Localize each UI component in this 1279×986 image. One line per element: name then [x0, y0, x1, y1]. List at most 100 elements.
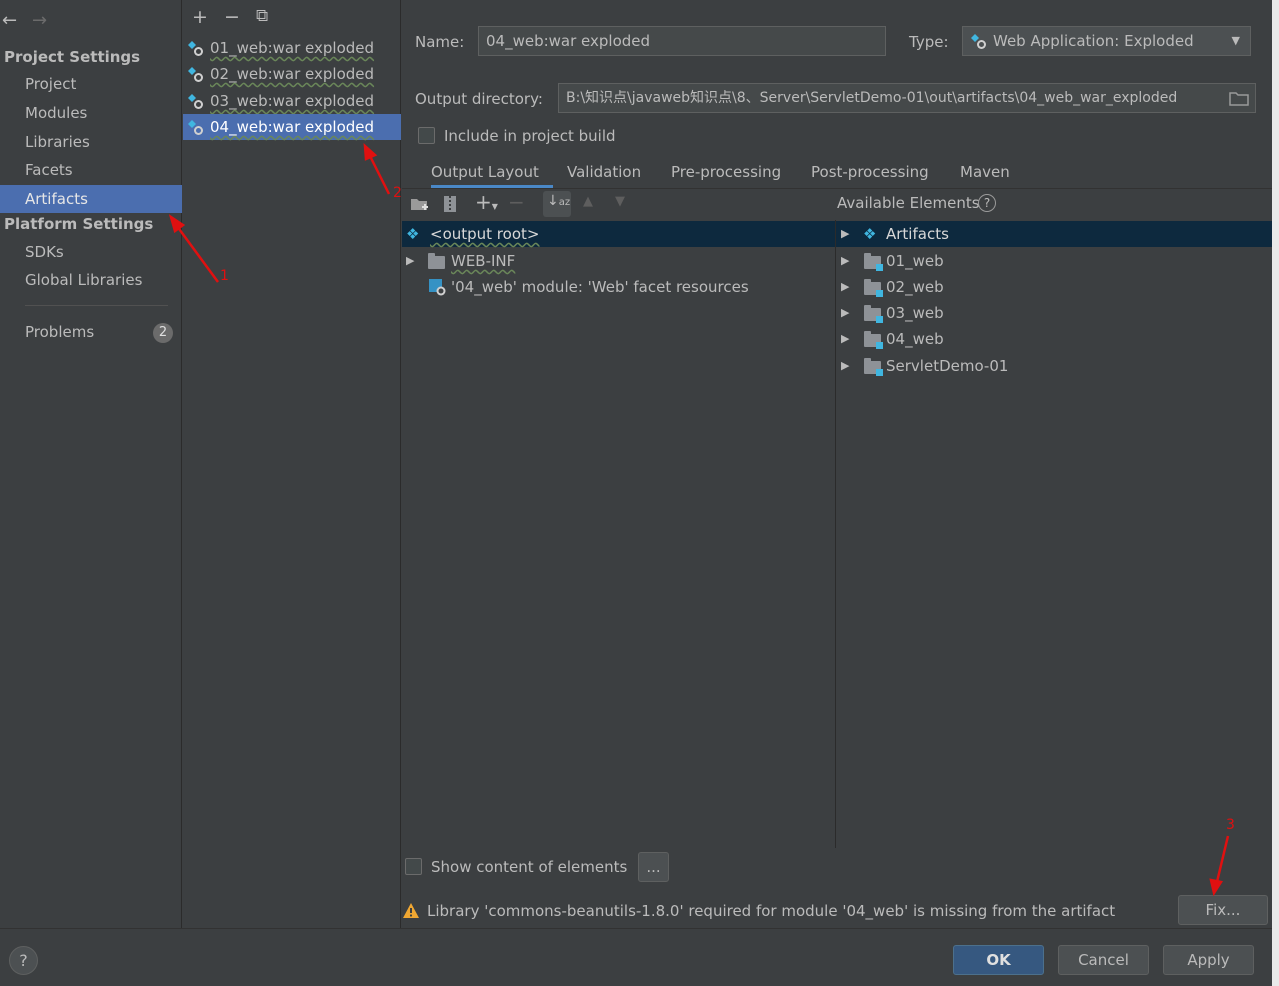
cancel-button[interactable]: Cancel	[1058, 945, 1149, 975]
artifact-list-panel: + − ⧉ 01_web:war exploded 02_web:war exp…	[183, 0, 401, 928]
problems-label: Problems	[25, 323, 95, 341]
fix-button[interactable]: Fix...	[1178, 895, 1268, 925]
nav-item-problems[interactable]: Problems 2	[0, 318, 182, 346]
war-artifact-icon	[188, 67, 203, 82]
artifact-detail-panel: Name: 04_web:war exploded Type: Web Appl…	[402, 0, 1279, 928]
move-down-icon[interactable]: ▼	[615, 194, 625, 209]
artifact-item-01-web[interactable]: 01_web:war exploded	[183, 35, 401, 61]
war-artifact-icon	[188, 41, 203, 56]
remove-artifact-icon[interactable]: −	[224, 6, 240, 28]
output-directory-label: Output directory:	[415, 90, 543, 108]
folder-browse-icon[interactable]	[1229, 91, 1249, 106]
module-label: ServletDemo-01	[886, 357, 1009, 375]
type-select[interactable]: Web Application: Exploded ▼	[962, 26, 1251, 56]
new-folder-icon[interactable]	[410, 196, 430, 212]
module-label: 01_web	[886, 252, 944, 270]
expand-triangle-icon[interactable]: ▶	[406, 248, 414, 274]
show-content-checkbox[interactable]	[405, 858, 422, 875]
artifact-item-02-web[interactable]: 02_web:war exploded	[183, 61, 401, 87]
tree-row-facet-resources[interactable]: '04_web' module: 'Web' facet resources	[402, 274, 835, 300]
help-button[interactable]: ?	[9, 946, 38, 975]
available-elements-label: Available Elements	[837, 194, 980, 212]
tree-row-03-web[interactable]: ▶ 03_web	[836, 300, 1273, 326]
problems-count-badge: 2	[153, 323, 173, 343]
module-folder-icon	[864, 305, 883, 323]
tree-row-01-web[interactable]: ▶ 01_web	[836, 248, 1273, 274]
expand-triangle-icon[interactable]: ▶	[841, 274, 849, 300]
expand-triangle-icon[interactable]: ▶	[841, 221, 849, 247]
artifacts-label: Artifacts	[886, 225, 949, 243]
show-content-options-button[interactable]: ...	[638, 852, 669, 882]
output-root-icon: ❖	[406, 225, 420, 243]
annotation-label-1: 1	[220, 268, 229, 284]
module-folder-icon	[864, 358, 883, 376]
help-icon[interactable]: ?	[978, 194, 996, 212]
apply-button[interactable]: Apply	[1163, 945, 1254, 975]
expand-triangle-icon[interactable]: ▶	[841, 248, 849, 274]
expand-triangle-icon[interactable]: ▶	[841, 353, 849, 379]
tree-row-artifacts[interactable]: ▶ ❖ Artifacts	[836, 221, 1273, 247]
sort-elements-icon[interactable]: ↓az	[543, 191, 571, 217]
platform-settings-header: Platform Settings	[4, 215, 154, 233]
show-content-label: Show content of elements	[431, 858, 628, 876]
expand-triangle-icon[interactable]: ▶	[841, 326, 849, 352]
tab-maven[interactable]: Maven	[960, 160, 1010, 188]
nav-divider	[25, 305, 168, 306]
nav-item-sdks[interactable]: SDKs	[0, 238, 182, 266]
annotation-label-3: 3	[1226, 817, 1235, 833]
module-label: 04_web	[886, 330, 944, 348]
artifact-item-03-web[interactable]: 03_web:war exploded	[183, 88, 401, 114]
tab-post-processing[interactable]: Post-processing	[811, 160, 929, 188]
background-window-edge	[1272, 0, 1279, 986]
nav-item-project[interactable]: Project	[0, 70, 182, 98]
annotation-label-2: 2	[393, 185, 402, 201]
war-artifact-icon	[188, 94, 203, 109]
warning-icon	[403, 903, 419, 918]
tree-row-servletdemo-01[interactable]: ▶ ServletDemo-01	[836, 353, 1273, 379]
artifact-label: 02_web:war exploded	[210, 65, 375, 83]
chevron-down-icon: ▼	[1231, 34, 1240, 47]
forward-arrow-icon[interactable]: →	[32, 10, 47, 31]
add-artifact-icon[interactable]: +	[192, 6, 208, 28]
available-elements-tree: ▶ ❖ Artifacts ▶ 01_web ▶ 02_web ▶ 03_web…	[836, 220, 1273, 850]
module-folder-icon	[864, 279, 883, 297]
tree-splitter[interactable]	[835, 220, 836, 848]
module-label: 02_web	[886, 278, 944, 296]
output-directory-input[interactable]: B:\知识点\javaweb知识点\8、Server\ServletDemo-0…	[558, 83, 1256, 113]
tree-row-04-web[interactable]: ▶ 04_web	[836, 326, 1273, 352]
tab-validation[interactable]: Validation	[567, 160, 641, 188]
web-inf-label: WEB-INF	[451, 252, 516, 270]
include-in-build-checkbox[interactable]	[418, 127, 435, 144]
module-folder-icon	[864, 331, 883, 349]
artifact-label: 03_web:war exploded	[210, 92, 375, 110]
tab-pre-processing[interactable]: Pre-processing	[671, 160, 781, 188]
tree-row-02-web[interactable]: ▶ 02_web	[836, 274, 1273, 300]
war-artifact-icon	[188, 120, 203, 135]
nav-item-modules[interactable]: Modules	[0, 99, 182, 127]
output-layout-tree: ❖ <output root> ▶ WEB-INF '04_web' modul…	[402, 220, 835, 850]
nav-item-artifacts[interactable]: Artifacts	[0, 185, 182, 213]
ok-button[interactable]: OK	[953, 945, 1044, 975]
archive-icon[interactable]	[443, 195, 457, 213]
folder-icon	[428, 253, 445, 269]
add-element-icon[interactable]: +▼	[475, 190, 498, 214]
dialog-footer: ? OK Cancel Apply	[0, 928, 1279, 986]
nav-item-facets[interactable]: Facets	[0, 156, 182, 184]
move-up-icon[interactable]: ▲	[583, 194, 593, 209]
tab-output-layout[interactable]: Output Layout	[431, 160, 553, 188]
artifact-label: 04_web:war exploded	[210, 118, 375, 136]
back-arrow-icon[interactable]: ←	[2, 10, 17, 31]
name-input[interactable]: 04_web:war exploded	[478, 26, 886, 56]
tree-row-web-inf[interactable]: ▶ WEB-INF	[402, 248, 835, 274]
include-in-build-label: Include in project build	[444, 127, 616, 145]
web-app-icon	[971, 34, 986, 49]
nav-item-global-libraries[interactable]: Global Libraries	[0, 266, 182, 294]
artifact-item-04-web[interactable]: 04_web:war exploded	[183, 114, 401, 140]
remove-element-icon[interactable]: −	[508, 190, 525, 214]
output-root-label: <output root>	[430, 225, 540, 243]
tabs-divider	[402, 188, 1279, 189]
nav-item-libraries[interactable]: Libraries	[0, 128, 182, 156]
tree-row-output-root[interactable]: ❖ <output root>	[402, 221, 835, 247]
copy-artifact-icon[interactable]: ⧉	[256, 6, 268, 26]
expand-triangle-icon[interactable]: ▶	[841, 300, 849, 326]
